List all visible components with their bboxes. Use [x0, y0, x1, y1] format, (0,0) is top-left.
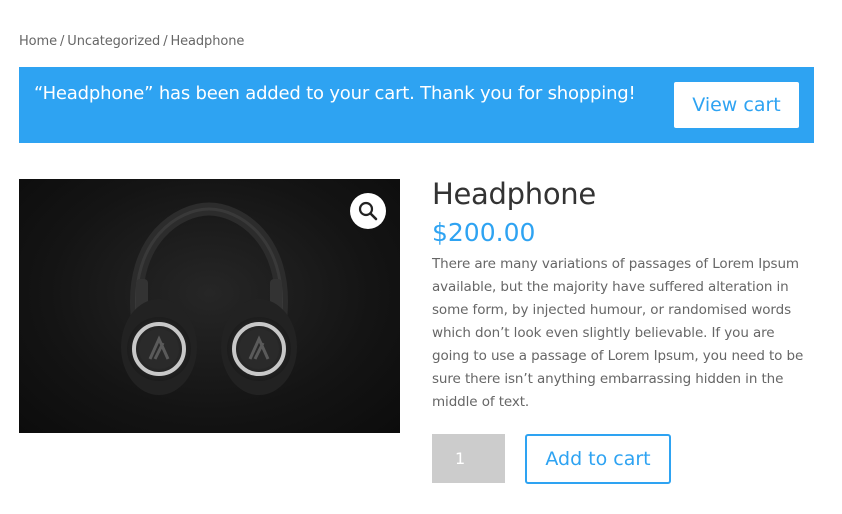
- product-image[interactable]: [19, 179, 400, 433]
- product-description: There are many variations of passages of…: [432, 256, 804, 410]
- breadcrumb: Home / Uncategorized / Headphone: [19, 34, 244, 49]
- breadcrumb-category-link[interactable]: Uncategorized: [67, 34, 160, 49]
- add-to-cart-button[interactable]: Add to cart: [525, 434, 671, 484]
- view-cart-button[interactable]: View cart: [674, 82, 799, 128]
- product-page: Home / Uncategorized / Headphone “Headphone”…: [0, 0, 842, 514]
- quantity-input[interactable]: [432, 434, 505, 483]
- breadcrumb-separator: /: [60, 34, 65, 49]
- zoom-button[interactable]: [350, 193, 386, 229]
- product-summary: Headphone $200.00 There are many variati…: [432, 176, 817, 414]
- cart-notice-message: “Headphone” has been added to your cart.…: [34, 83, 636, 104]
- product-title: Headphone: [432, 177, 596, 211]
- breadcrumb-current: Headphone: [170, 34, 245, 49]
- cart-notice: “Headphone” has been added to your cart.…: [19, 67, 814, 143]
- zoom-magnifier-icon: [358, 201, 378, 221]
- breadcrumb-home-link[interactable]: Home: [19, 34, 57, 49]
- breadcrumb-separator: /: [163, 34, 168, 49]
- product-price: $200.00: [432, 218, 536, 247]
- headphone-image: [121, 202, 297, 395]
